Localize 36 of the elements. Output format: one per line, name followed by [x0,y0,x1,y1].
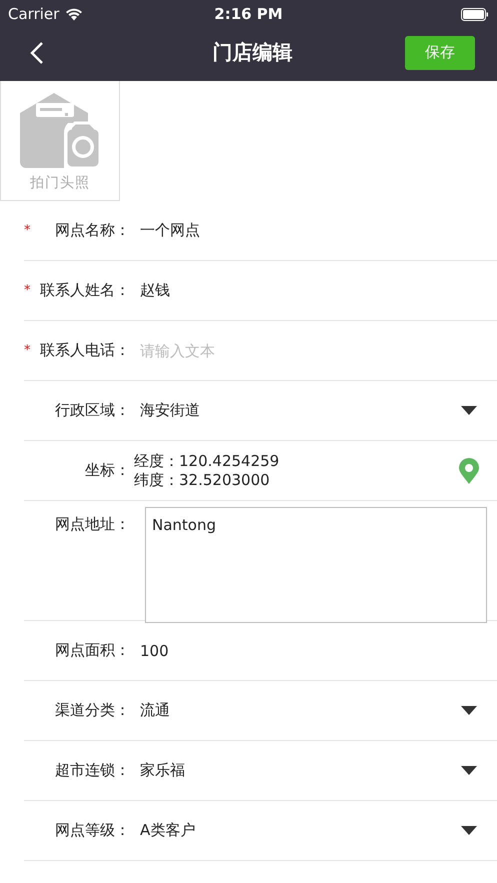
field-label: 网点地址： [54,515,130,534]
field-label: 网点面积： [54,641,130,660]
dropdown-field[interactable]: 家乐福 [130,750,497,790]
dropdown-arrow-icon [461,766,477,775]
page-title: 门店编辑 [212,39,294,66]
text-field[interactable]: 赵钱 [130,276,497,306]
field-label: 超市连锁： [54,761,130,780]
back-chevron-icon [30,40,44,64]
field-label: 联系人姓名： [39,281,130,300]
dropdown-field[interactable]: A类客户 [130,810,497,850]
map-pin-icon [459,458,479,484]
carrier-name: Carrier [8,5,60,23]
coordinate-text: 经度：120.4254259 [134,452,280,470]
dropdown-arrow-icon [461,826,477,835]
dropdown-field[interactable]: 海安街道 [130,390,497,430]
field-label: 坐标： [84,461,130,480]
required-mark: * [24,343,32,358]
field-label: 网点等级： [54,821,130,840]
wifi-icon [65,8,84,20]
clock-time: 2:16 PM [214,5,283,23]
battery-icon [460,8,489,20]
field-label: 渠道分类： [54,701,130,720]
text-field[interactable]: 100 [130,636,497,666]
text-field[interactable]: 一个网点 [130,216,497,246]
field-label: 行政区域： [54,401,130,420]
dropdown-arrow-icon [461,406,477,415]
dropdown-field[interactable]: 流通 [130,690,497,730]
dropdown-arrow-icon [461,706,477,715]
required-mark: * [24,283,32,298]
text-field[interactable]: 请输入文本 [130,336,497,366]
field-label: 网点名称： [54,221,130,240]
storefront-camera-icon [20,93,100,168]
required-mark: * [24,223,32,238]
field-label: 联系人电话： [39,341,130,360]
coordinate-text: 纬度：32.5203000 [134,470,271,490]
address-field[interactable]: Nantong [145,507,487,623]
